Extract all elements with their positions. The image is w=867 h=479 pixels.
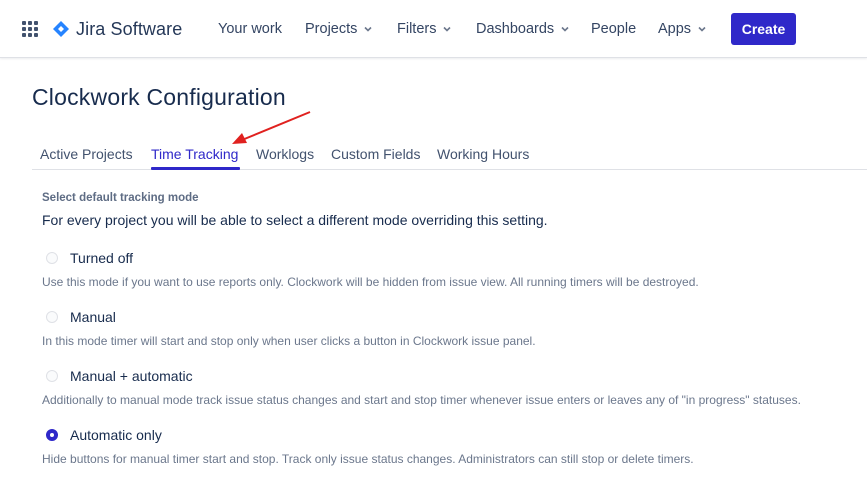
tab-worklogs[interactable]: Worklogs	[256, 146, 314, 166]
tab-custom-fields[interactable]: Custom Fields	[331, 146, 420, 166]
nav-people[interactable]: People	[591, 19, 636, 39]
tracking-mode-label: Select default tracking mode	[42, 192, 199, 204]
radio-option-automatic-only[interactable]: Automatic only	[46, 427, 162, 443]
option-description: Use this mode if you want to use reports…	[42, 275, 699, 289]
app-switcher-icon[interactable]	[22, 21, 38, 37]
radio-button[interactable]	[46, 311, 58, 323]
radio-button[interactable]	[46, 252, 58, 264]
tracking-mode-description: For every project you will be able to se…	[42, 212, 548, 228]
create-button[interactable]: Create	[731, 13, 796, 45]
radio-button-selected[interactable]	[46, 429, 58, 441]
jira-software-logo[interactable]: Jira Software	[52, 19, 182, 39]
radio-option-turned-off[interactable]: Turned off	[46, 250, 133, 266]
nav-projects[interactable]: Projects	[305, 19, 373, 39]
annotation-arrow-icon	[232, 111, 311, 144]
tab-active-projects[interactable]: Active Projects	[40, 146, 133, 166]
tab-working-hours[interactable]: Working Hours	[437, 146, 529, 166]
page-title: Clockwork Configuration	[32, 84, 286, 110]
nav-filters[interactable]: Filters	[397, 19, 452, 39]
radio-option-manual-automatic[interactable]: Manual + automatic	[46, 368, 193, 384]
option-label: Turned off	[70, 250, 134, 266]
product-name: Jira Software	[76, 18, 183, 39]
option-description: Hide buttons for manual timer start and …	[42, 452, 694, 466]
top-navigation-bar: Jira Software Your work Projects Filters…	[0, 0, 867, 58]
radio-option-manual[interactable]: Manual	[46, 309, 116, 325]
option-description: Additionally to manual mode track issue …	[42, 393, 801, 407]
option-label: Manual	[70, 309, 116, 325]
chevron-down-icon	[561, 26, 569, 32]
option-description: In this mode timer will start and stop o…	[42, 334, 536, 348]
nav-dashboards[interactable]: Dashboards	[476, 19, 570, 39]
chevron-down-icon	[364, 26, 372, 32]
tab-time-tracking[interactable]: Time Tracking	[151, 146, 238, 166]
chevron-down-icon	[443, 26, 452, 32]
chevron-down-icon	[698, 26, 706, 32]
option-label: Automatic only	[70, 427, 162, 443]
nav-apps[interactable]: Apps	[658, 19, 707, 39]
jira-logo-icon	[53, 21, 69, 37]
active-tab-indicator	[151, 167, 240, 170]
radio-button[interactable]	[46, 370, 58, 382]
option-label: Manual + automatic	[70, 368, 193, 384]
nav-your-work[interactable]: Your work	[218, 19, 282, 39]
